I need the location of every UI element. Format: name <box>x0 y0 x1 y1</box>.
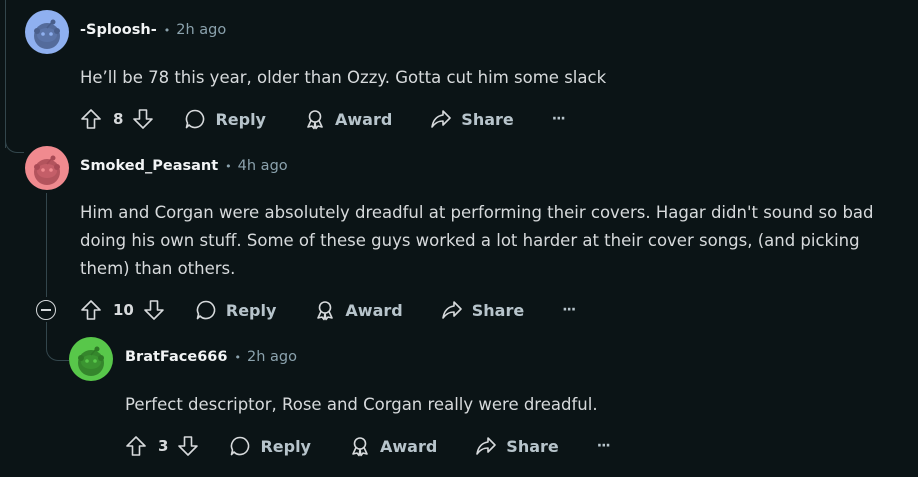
comment-actions: 10 Reply Award Share ··· <box>80 293 576 327</box>
comment-body: He’ll be 78 this year, older than Ozzy. … <box>80 68 607 87</box>
author-name[interactable]: -Sploosh- <box>80 22 157 38</box>
avatar[interactable] <box>25 10 69 54</box>
thread-connector-1 <box>5 140 24 153</box>
award-button[interactable]: Award <box>349 435 437 457</box>
vote-count: 10 <box>113 301 134 319</box>
upvote-button[interactable] <box>125 435 147 457</box>
upvote-button[interactable] <box>80 108 102 130</box>
share-arrow-icon <box>441 301 462 319</box>
collapse-thread-button[interactable] <box>36 300 56 320</box>
avatar[interactable] <box>69 337 113 381</box>
downvote-icon <box>133 109 154 129</box>
separator-dot: • <box>234 350 241 364</box>
comment-meta: BratFace666 • 2h ago <box>125 349 297 365</box>
share-button[interactable]: Share <box>475 435 559 457</box>
award-button[interactable]: Award <box>304 108 392 130</box>
award-icon <box>307 110 323 130</box>
share-label: Share <box>506 436 559 456</box>
share-arrow-icon <box>431 110 452 128</box>
thread-line-2 <box>46 193 47 297</box>
upvote-icon <box>126 436 146 456</box>
share-button[interactable]: Share <box>430 108 514 130</box>
comment-body: Him and Corgan were absolutely dreadful … <box>80 203 874 278</box>
downvote-icon <box>178 436 199 456</box>
author-name[interactable]: BratFace666 <box>125 349 227 365</box>
award-label: Award <box>334 109 393 129</box>
share-label: Share <box>461 109 514 129</box>
comment-meta: Smoked_Peasant • 4h ago <box>80 158 288 174</box>
more-options-button[interactable]: ··· <box>562 302 576 318</box>
timestamp[interactable]: 2h ago <box>176 22 226 38</box>
downvote-button[interactable] <box>177 435 199 457</box>
reply-button[interactable]: Reply <box>184 108 266 130</box>
upvote-button[interactable] <box>80 299 102 321</box>
comment-bubble-icon <box>231 436 250 456</box>
award-label: Award <box>345 300 403 320</box>
more-options-button[interactable]: ··· <box>551 111 566 127</box>
award-button[interactable]: Award <box>314 299 403 321</box>
award-icon <box>352 437 368 457</box>
reply-label: Reply <box>215 109 266 129</box>
timestamp[interactable]: 4h ago <box>238 158 288 174</box>
thread-connector-3 <box>46 338 69 361</box>
upvote-icon <box>81 300 101 320</box>
author-name[interactable]: Smoked_Peasant <box>80 158 218 174</box>
separator-dot: • <box>163 23 171 37</box>
more-dots-icon: ··· <box>596 438 611 454</box>
reply-button[interactable]: Reply <box>195 299 277 321</box>
comment-bubble-icon <box>186 109 205 129</box>
upvote-icon <box>81 109 101 129</box>
downvote-button[interactable] <box>143 299 165 321</box>
separator-dot: • <box>225 159 232 173</box>
reply-label: Reply <box>260 436 311 456</box>
reply-button[interactable]: Reply <box>229 435 311 457</box>
vote-count: 3 <box>158 437 169 455</box>
snoo-avatar-icon <box>78 346 104 376</box>
collapse-minus-icon <box>41 309 51 311</box>
share-button[interactable]: Share <box>441 299 524 321</box>
award-label: Award <box>379 436 438 456</box>
more-dots-icon: ··· <box>562 302 576 318</box>
share-arrow-icon <box>476 437 497 455</box>
thread-line-top <box>5 0 6 148</box>
vote-count: 8 <box>113 110 124 128</box>
award-icon <box>317 301 334 321</box>
snoo-avatar-icon <box>34 155 60 185</box>
reply-label: Reply <box>225 300 277 320</box>
downvote-button[interactable] <box>132 108 154 130</box>
avatar[interactable] <box>25 146 69 190</box>
comment-actions: 3 Reply Award Share ··· <box>125 429 611 463</box>
comment-bubble-icon <box>196 300 216 320</box>
more-dots-icon: ··· <box>551 111 566 127</box>
comment-body: Perfect descriptor, Rose and Corgan real… <box>125 395 598 414</box>
share-label: Share <box>471 300 525 320</box>
more-options-button[interactable]: ··· <box>596 438 611 454</box>
downvote-icon <box>144 300 164 320</box>
snoo-avatar-icon <box>34 19 60 49</box>
timestamp[interactable]: 2h ago <box>247 349 297 365</box>
comment-meta: -Sploosh- • 2h ago <box>80 22 226 38</box>
comment-actions: 8 Reply Award Share ··· <box>80 102 566 136</box>
